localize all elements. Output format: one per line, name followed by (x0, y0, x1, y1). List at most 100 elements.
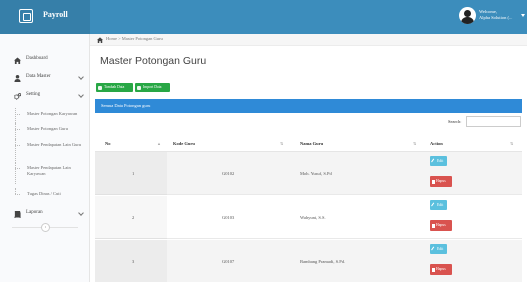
logo-icon (19, 9, 33, 23)
sidebar-item-setting[interactable]: Setting (0, 88, 90, 104)
edit-label: Edit (437, 247, 444, 251)
edit-label: Edit (437, 159, 444, 163)
tree-tick (15, 114, 20, 115)
table-row: 2 G0103 Wahyuni, S.S. Edit Hapus (95, 196, 522, 239)
sorted-column-shade (95, 196, 167, 239)
column-header-no[interactable]: No (105, 135, 111, 152)
panel-title: Semua Data Potongan guru (101, 103, 151, 108)
sidebar-item-laporan[interactable]: Laporan (0, 206, 90, 222)
edit-button[interactable]: Edit (430, 156, 447, 166)
delete-button[interactable]: Hapus (430, 176, 452, 187)
upload-icon (137, 85, 141, 90)
column-header-action[interactable]: Action (430, 135, 443, 152)
trash-icon (432, 179, 435, 184)
search-label: Search: (448, 119, 462, 124)
tree-line (15, 162, 16, 184)
user-icon (14, 75, 21, 82)
cell-kode-guru: G0107 (222, 259, 235, 264)
tree-tick (15, 129, 20, 130)
table-row: 3 G0107 Bambang Pramadi, S.Pd. Edit Hapu… (95, 240, 522, 282)
sidebar-subitem-label: Tugas Dinas / Cuti (27, 191, 61, 196)
breadcrumb-text[interactable]: Home > Master Potongan Guru (106, 36, 163, 41)
delete-label: Hapus (436, 223, 446, 227)
add-data-button[interactable]: Tambah Data (96, 83, 133, 92)
sidebar: Dashboard Data Master Setting Master Pot… (0, 34, 90, 282)
pencil-icon (431, 158, 436, 164)
book-icon (14, 211, 21, 218)
sidebar-item-label: Dashboard (26, 56, 48, 61)
sidebar-subitem-pendapatan-karyawan[interactable]: Master Pendapatan Lain Karyawan (0, 162, 90, 184)
delete-label: Hapus (436, 179, 446, 183)
sort-asc-icon[interactable]: ▲ (157, 141, 161, 146)
sidebar-subitem-label: Master Pendapatan Lain Guru (27, 142, 82, 147)
sort-icon[interactable]: ⇅ (510, 141, 513, 146)
table-header: No ▲ Kode Guru ⇅ Nama Guru ⇅ Action ⇅ (95, 135, 522, 152)
pencil-icon (431, 202, 436, 208)
plus-icon (98, 85, 102, 90)
chevron-down-icon (78, 74, 84, 80)
tree-line (15, 123, 16, 139)
delete-button[interactable]: Hapus (430, 220, 452, 231)
edit-button[interactable]: Edit (430, 200, 447, 210)
brand[interactable]: Payroll (0, 0, 90, 34)
dashboard-icon (14, 57, 21, 64)
sort-icon[interactable]: ⇅ (280, 141, 283, 146)
cell-no: 2 (132, 215, 135, 220)
sidebar-subitem-label: Master Potongan Karyawan (27, 111, 78, 116)
edit-button[interactable]: Edit (430, 244, 447, 254)
sidebar-item-label: Setting (26, 92, 41, 97)
sidebar-item-label: Data Master (26, 74, 51, 79)
sidebar-subitem-tugas-dinas[interactable]: Tugas Dinas / Cuti (0, 188, 90, 198)
sidebar-subitem-label: Master Pendapatan Lain Karyawan (27, 165, 71, 176)
pencil-icon (431, 246, 436, 252)
top-navbar: Payroll Welcome, Alpha Solution (... (0, 0, 527, 34)
tree-tick (15, 168, 20, 169)
home-icon[interactable] (97, 37, 103, 43)
caret-down-icon[interactable] (521, 14, 525, 17)
user-detail: Alpha Solution (... (479, 15, 513, 20)
table-row: 1 G0102 Moh. Yusuf, S.Pd Edit Hapus (95, 152, 522, 195)
column-header-kode-guru[interactable]: Kode Guru (173, 135, 195, 152)
cell-kode-guru: G0102 (222, 171, 235, 176)
cell-nama-guru: Bambang Pramadi, S.Pd. (300, 259, 346, 264)
sidebar-collapse-button[interactable]: ‹ (41, 223, 50, 232)
tree-line (15, 108, 16, 123)
import-data-button[interactable]: Import Data (135, 83, 170, 92)
search-input[interactable] (466, 116, 521, 127)
app-title: Payroll (43, 10, 68, 19)
trash-icon (432, 267, 435, 272)
tree-line (15, 139, 16, 161)
edit-label: Edit (437, 203, 444, 207)
avatar-body (461, 17, 474, 24)
sidebar-subitem-pendapatan-guru[interactable]: Master Pendapatan Lain Guru (0, 139, 90, 161)
add-data-label: Tambah Data (104, 85, 125, 89)
delete-label: Hapus (436, 267, 446, 271)
sidebar-subitem-potongan-karyawan[interactable]: Master Potongan Karyawan (0, 108, 90, 123)
cell-nama-guru: Wahyuni, S.S. (300, 215, 326, 220)
tree-tick (15, 145, 20, 146)
tree-tick (15, 194, 20, 195)
import-data-label: Import Data (143, 85, 162, 89)
column-header-nama-guru[interactable]: Nama Guru (300, 135, 323, 152)
sidebar-subitem-label: Master Potongan Guru (27, 126, 68, 131)
trash-icon (432, 223, 435, 228)
panel-header: Semua Data Potongan guru (95, 99, 522, 113)
breadcrumb: Home > Master Potongan Guru (90, 34, 527, 46)
sidebar-item-data-master[interactable]: Data Master (0, 70, 90, 86)
avatar-head (464, 10, 471, 17)
chevron-down-icon (78, 210, 84, 216)
page-title: Master Potongan Guru (100, 55, 207, 67)
delete-button[interactable]: Hapus (430, 264, 452, 275)
sidebar-subitem-potongan-guru[interactable]: Master Potongan Guru (0, 123, 90, 139)
cogs-icon (14, 93, 21, 100)
sidebar-item-label: Laporan (26, 210, 43, 215)
user-menu[interactable]: Welcome, Alpha Solution (... (479, 9, 512, 21)
cell-no: 1 (132, 171, 135, 176)
sorted-column-shade (95, 152, 167, 195)
sort-icon[interactable]: ⇅ (413, 141, 416, 146)
sorted-column-shade (95, 240, 167, 282)
chevron-down-icon (78, 92, 84, 98)
cell-nama-guru: Moh. Yusuf, S.Pd (300, 171, 332, 176)
sidebar-item-dashboard[interactable]: Dashboard (0, 52, 90, 68)
user-avatar[interactable] (459, 7, 476, 24)
